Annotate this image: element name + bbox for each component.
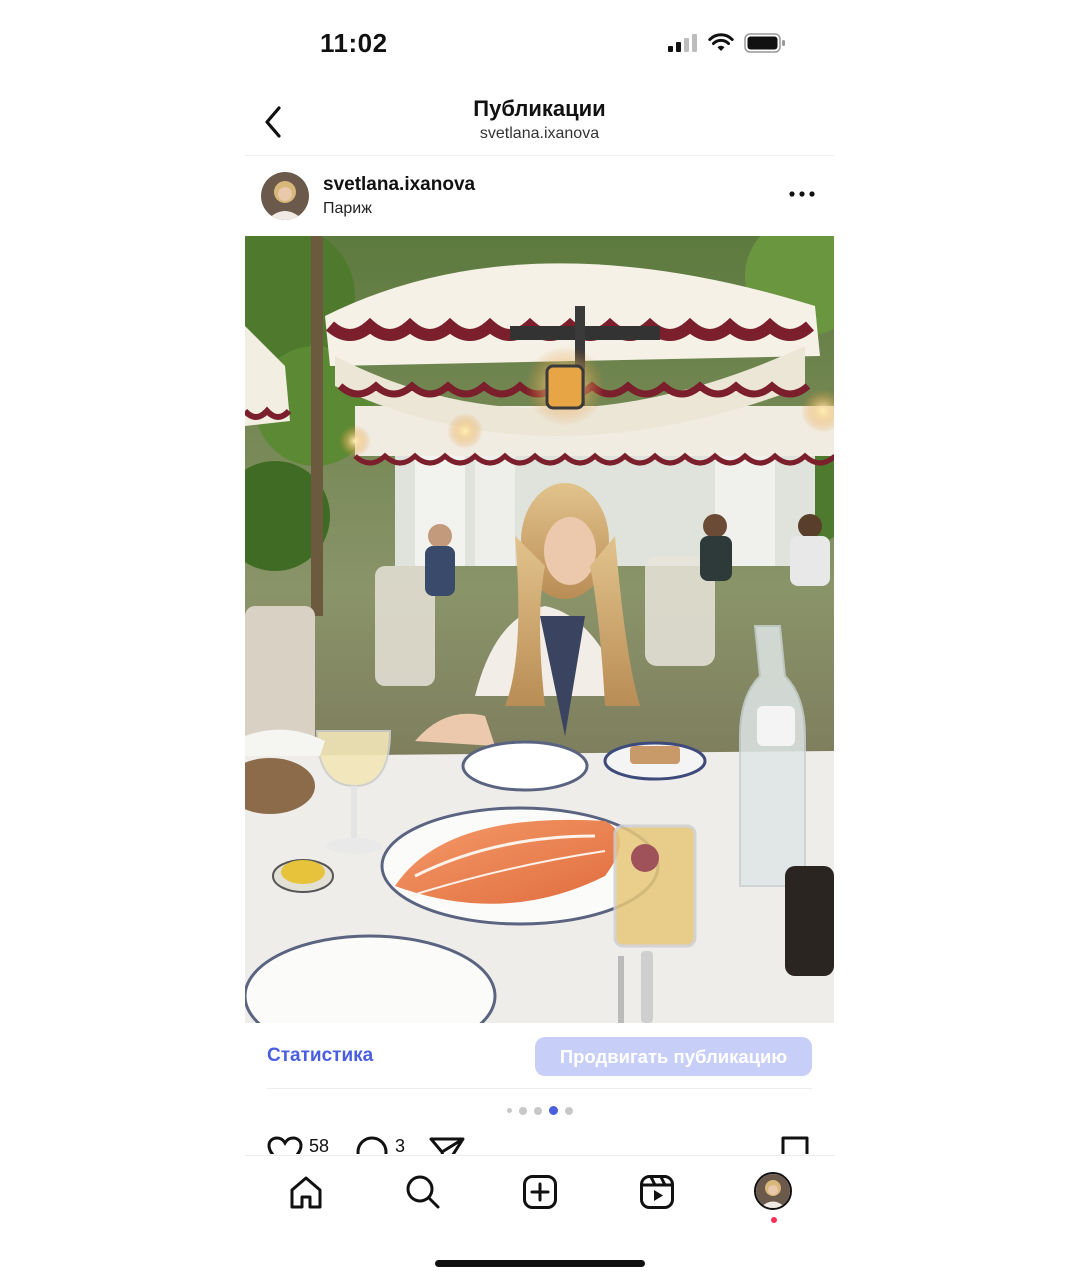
wifi-icon <box>708 33 734 51</box>
post-author-avatar[interactable] <box>261 172 309 220</box>
carousel-dot <box>564 1106 573 1115</box>
comments-count: 3 <box>395 1136 406 1154</box>
bookmark-icon <box>781 1136 809 1154</box>
page-subtitle: svetlana.ixanova <box>479 125 600 142</box>
page-title: Публикации <box>473 96 606 121</box>
signal-icon <box>668 34 697 52</box>
create-icon <box>523 1175 557 1209</box>
more-horizontal-icon <box>789 191 815 197</box>
promote-post-button[interactable]: Продвигать публикацию <box>535 1037 812 1076</box>
reels-icon <box>640 1175 674 1209</box>
tab-search[interactable] <box>403 1172 443 1212</box>
carousel-dot <box>518 1106 527 1115</box>
search-icon <box>406 1175 440 1209</box>
statistics-link[interactable]: Статистика <box>267 1045 373 1067</box>
tab-bar-divider <box>245 1155 834 1156</box>
status-icons <box>668 33 786 53</box>
tab-profile-avatar[interactable] <box>754 1172 792 1210</box>
like-button[interactable]: 58 <box>267 1136 329 1154</box>
tab-create[interactable] <box>520 1172 560 1212</box>
heart-icon <box>267 1136 303 1154</box>
app-screen: 11:02 Публикации svetlana.ixanova svetla… <box>245 0 834 1280</box>
share-button[interactable] <box>429 1136 465 1154</box>
tab-home[interactable] <box>286 1172 326 1212</box>
send-icon <box>429 1137 465 1154</box>
home-icon <box>290 1176 322 1209</box>
save-button[interactable] <box>780 1136 810 1154</box>
comment-button[interactable]: 3 <box>355 1136 405 1154</box>
battery-icon <box>744 33 785 53</box>
carousel-indicator <box>245 1106 834 1115</box>
header-divider <box>245 155 834 156</box>
notification-dot <box>771 1217 777 1223</box>
actions-divider <box>267 1088 812 1089</box>
likes-count: 58 <box>309 1136 330 1154</box>
comment-icon <box>356 1136 388 1154</box>
post-username[interactable]: svetlana.ixanova <box>323 174 475 196</box>
carousel-dot <box>506 1108 512 1113</box>
carousel-dot-active <box>548 1106 558 1115</box>
post-photo[interactable] <box>245 236 834 1023</box>
post-location[interactable]: Париж <box>323 200 372 218</box>
tab-reels[interactable] <box>637 1172 677 1212</box>
more-options-button[interactable] <box>786 182 818 206</box>
home-indicator <box>435 1260 645 1267</box>
status-time: 11:02 <box>320 28 388 58</box>
carousel-dot <box>533 1106 542 1115</box>
engagement-row: 58 3 <box>245 1132 834 1154</box>
